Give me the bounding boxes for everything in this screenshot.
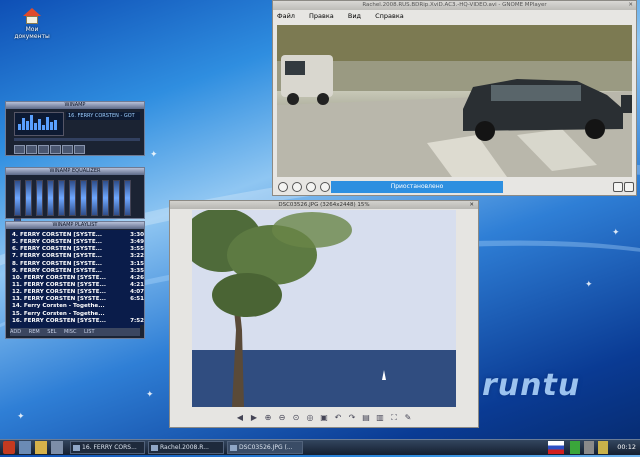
mplayer-stop-button[interactable] xyxy=(306,182,316,192)
arrow-right-icon[interactable]: ▶ xyxy=(249,413,259,423)
eject-button[interactable] xyxy=(74,145,85,154)
browser-icon[interactable] xyxy=(51,441,63,454)
winamp-main-window[interactable]: WINAMP 16. FERRY CORSTEN - GOT xyxy=(5,101,145,156)
list-item[interactable]: 8. FERRY CORSTEN [SYSTE... 3:15 xyxy=(12,260,144,268)
playlist-toolbar: ADD REM SEL MISC LIST xyxy=(10,328,140,336)
battery-icon[interactable] xyxy=(598,441,608,454)
home-folder-icon xyxy=(23,8,41,24)
zoom-out-icon[interactable]: ⊖ xyxy=(277,413,287,423)
fullscreen-icon[interactable]: ⛶ xyxy=(389,413,399,423)
start-menu-icon[interactable] xyxy=(3,441,15,454)
mplayer-window[interactable]: Rachel.2008.RUS.BDRip.XviD.AC3.-HQ-VIDEO… xyxy=(272,0,637,196)
mplayer-icon xyxy=(151,445,158,451)
desktop-icon-label: Мои документы xyxy=(14,26,50,40)
task-winamp[interactable]: 16. FERRY CORS... xyxy=(70,441,145,454)
list-item[interactable]: 4. FERRY CORSTEN [SYSTE... 3:30 xyxy=(12,232,144,240)
image-viewer-window[interactable]: DSC03526.JPG (3264x2448) 15% ✕ ◀ ▶ ⊕ ⊖ ⊙… xyxy=(169,200,479,428)
playlist-rem-button[interactable]: REM xyxy=(29,329,40,335)
taskbar: 16. FERRY CORS... Rachel.2008.R... DSC03… xyxy=(0,439,640,455)
playlist-misc-button[interactable]: MISC xyxy=(64,329,76,335)
winamp-seek-bar[interactable] xyxy=(14,138,140,141)
winamp-title[interactable]: WINAMP xyxy=(6,102,144,109)
list-item[interactable]: 11. FERRY CORSTEN [SYSTE... 4:21 xyxy=(12,281,144,290)
arrow-left-icon[interactable]: ◀ xyxy=(235,413,245,423)
winamp-playlist-window[interactable]: WINAMP PLAYLIST 4. FERRY CORSTEN [SYSTE.… xyxy=(5,221,145,339)
mplayer-status[interactable]: Приостановлено xyxy=(331,181,503,193)
close-icon[interactable]: ✕ xyxy=(628,1,633,10)
zoom-in-icon[interactable]: ⊕ xyxy=(263,413,273,423)
volume-tray-icon[interactable] xyxy=(584,441,594,454)
list-item[interactable]: 5. FERRY CORSTEN [SYSTE... 3:49 xyxy=(12,239,144,247)
clock[interactable]: 00:12 xyxy=(617,441,636,454)
mplayer-title: Rachel.2008.RUS.BDRip.XviD.AC3.-HQ-VIDEO… xyxy=(362,2,547,8)
mplayer-titlebar[interactable]: Rachel.2008.RUS.BDRip.XviD.AC3.-HQ-VIDEO… xyxy=(273,1,636,10)
zoom-100-icon[interactable]: ▣ xyxy=(319,413,329,423)
rotate-right-icon[interactable]: ↷ xyxy=(347,413,357,423)
playlist-add-button[interactable]: ADD xyxy=(10,329,21,335)
winamp-visualizer xyxy=(14,112,64,136)
runtu-logo: runtu xyxy=(482,368,581,403)
list-item[interactable]: 14. Ferry Corsten - Togethe... xyxy=(12,303,144,311)
list-item[interactable]: 12. FERRY CORSTEN [SYSTE... 4:07 xyxy=(12,289,144,297)
list-item[interactable]: 16. FERRY CORSTEN [SYSTE... 7:52 xyxy=(12,317,144,325)
zoom-fit-icon[interactable]: ⊙ xyxy=(291,413,301,423)
list-item[interactable]: 15. Ferry Corsten - Togethe... xyxy=(12,310,144,318)
task-image-viewer[interactable]: DSC03526.JPG (... xyxy=(227,441,303,454)
playlist-tracks[interactable]: 4. FERRY CORSTEN [SYSTE... 3:30 5. FERRY … xyxy=(8,230,147,325)
list-item[interactable]: 6. FERRY CORSTEN [SYSTE... 3:55 xyxy=(12,246,144,254)
files-icon[interactable] xyxy=(35,441,47,454)
playlist-title[interactable]: WINAMP PLAYLIST xyxy=(6,222,144,229)
playlist-list-button[interactable]: LIST xyxy=(84,329,95,335)
network-icon[interactable] xyxy=(570,441,580,454)
play-button[interactable] xyxy=(26,145,37,154)
image-icon xyxy=(230,445,237,451)
print-icon[interactable]: ▥ xyxy=(375,413,385,423)
zoom-normal-icon[interactable]: ◎ xyxy=(305,413,315,423)
save-icon[interactable]: ▤ xyxy=(361,413,371,423)
photo-image xyxy=(192,210,456,407)
fullscreen-icon[interactable] xyxy=(613,182,623,192)
volume-icon[interactable] xyxy=(624,182,634,192)
keyboard-layout-flag-icon[interactable] xyxy=(548,441,564,454)
list-item[interactable]: 7. FERRY CORSTEN [SYSTE... 3:22 xyxy=(12,253,144,261)
list-item[interactable]: 13. FERRY CORSTEN [SYSTE... 6:51 xyxy=(12,296,144,304)
close-icon[interactable]: ✕ xyxy=(469,201,474,209)
viewer-title: DSC03526.JPG (3264x2448) 15% xyxy=(278,202,370,208)
menu-file[interactable]: Файл xyxy=(277,12,295,20)
rotate-left-icon[interactable]: ↶ xyxy=(333,413,343,423)
stop-button[interactable] xyxy=(50,145,61,154)
video-frame[interactable] xyxy=(277,25,632,177)
playlist-sel-button[interactable]: SEL xyxy=(47,329,56,335)
viewer-titlebar[interactable]: DSC03526.JPG (3264x2448) 15% ✕ xyxy=(170,201,478,209)
menu-view[interactable]: Вид xyxy=(348,12,361,20)
winamp-track-info: 16. FERRY CORSTEN - GOT xyxy=(66,112,140,120)
mplayer-next-button[interactable] xyxy=(320,182,330,192)
menu-edit[interactable]: Правка xyxy=(309,12,334,20)
equalizer-title[interactable]: WINAMP EQUALIZER xyxy=(6,168,144,175)
list-item[interactable]: 10. FERRY CORSTEN [SYSTE... 4:26 xyxy=(12,274,144,282)
mplayer-play-button[interactable] xyxy=(292,182,302,192)
desktop-icon-documents[interactable]: Мои документы xyxy=(10,8,54,40)
winamp-icon xyxy=(73,445,80,451)
prev-button[interactable] xyxy=(14,145,25,154)
settings-icon[interactable]: ✎ xyxy=(403,413,413,423)
mplayer-menubar: Файл Правка Вид Справка xyxy=(273,10,636,22)
list-item[interactable]: 9. FERRY CORSTEN [SYSTE... 3:35 xyxy=(12,267,144,275)
mplayer-prev-button[interactable] xyxy=(278,182,288,192)
winamp-equalizer-window[interactable]: WINAMP EQUALIZER xyxy=(5,167,145,254)
menu-help[interactable]: Справка xyxy=(375,12,404,20)
pause-button[interactable] xyxy=(38,145,49,154)
mplayer-controls: Приостановлено xyxy=(273,179,636,195)
viewer-toolbar: ◀ ▶ ⊕ ⊖ ⊙ ◎ ▣ ↶ ↷ ▤ ▥ ⛶ ✎ xyxy=(170,408,478,427)
task-mplayer[interactable]: Rachel.2008.R... xyxy=(148,441,224,454)
show-desktop-icon[interactable] xyxy=(19,441,31,454)
next-button[interactable] xyxy=(62,145,73,154)
